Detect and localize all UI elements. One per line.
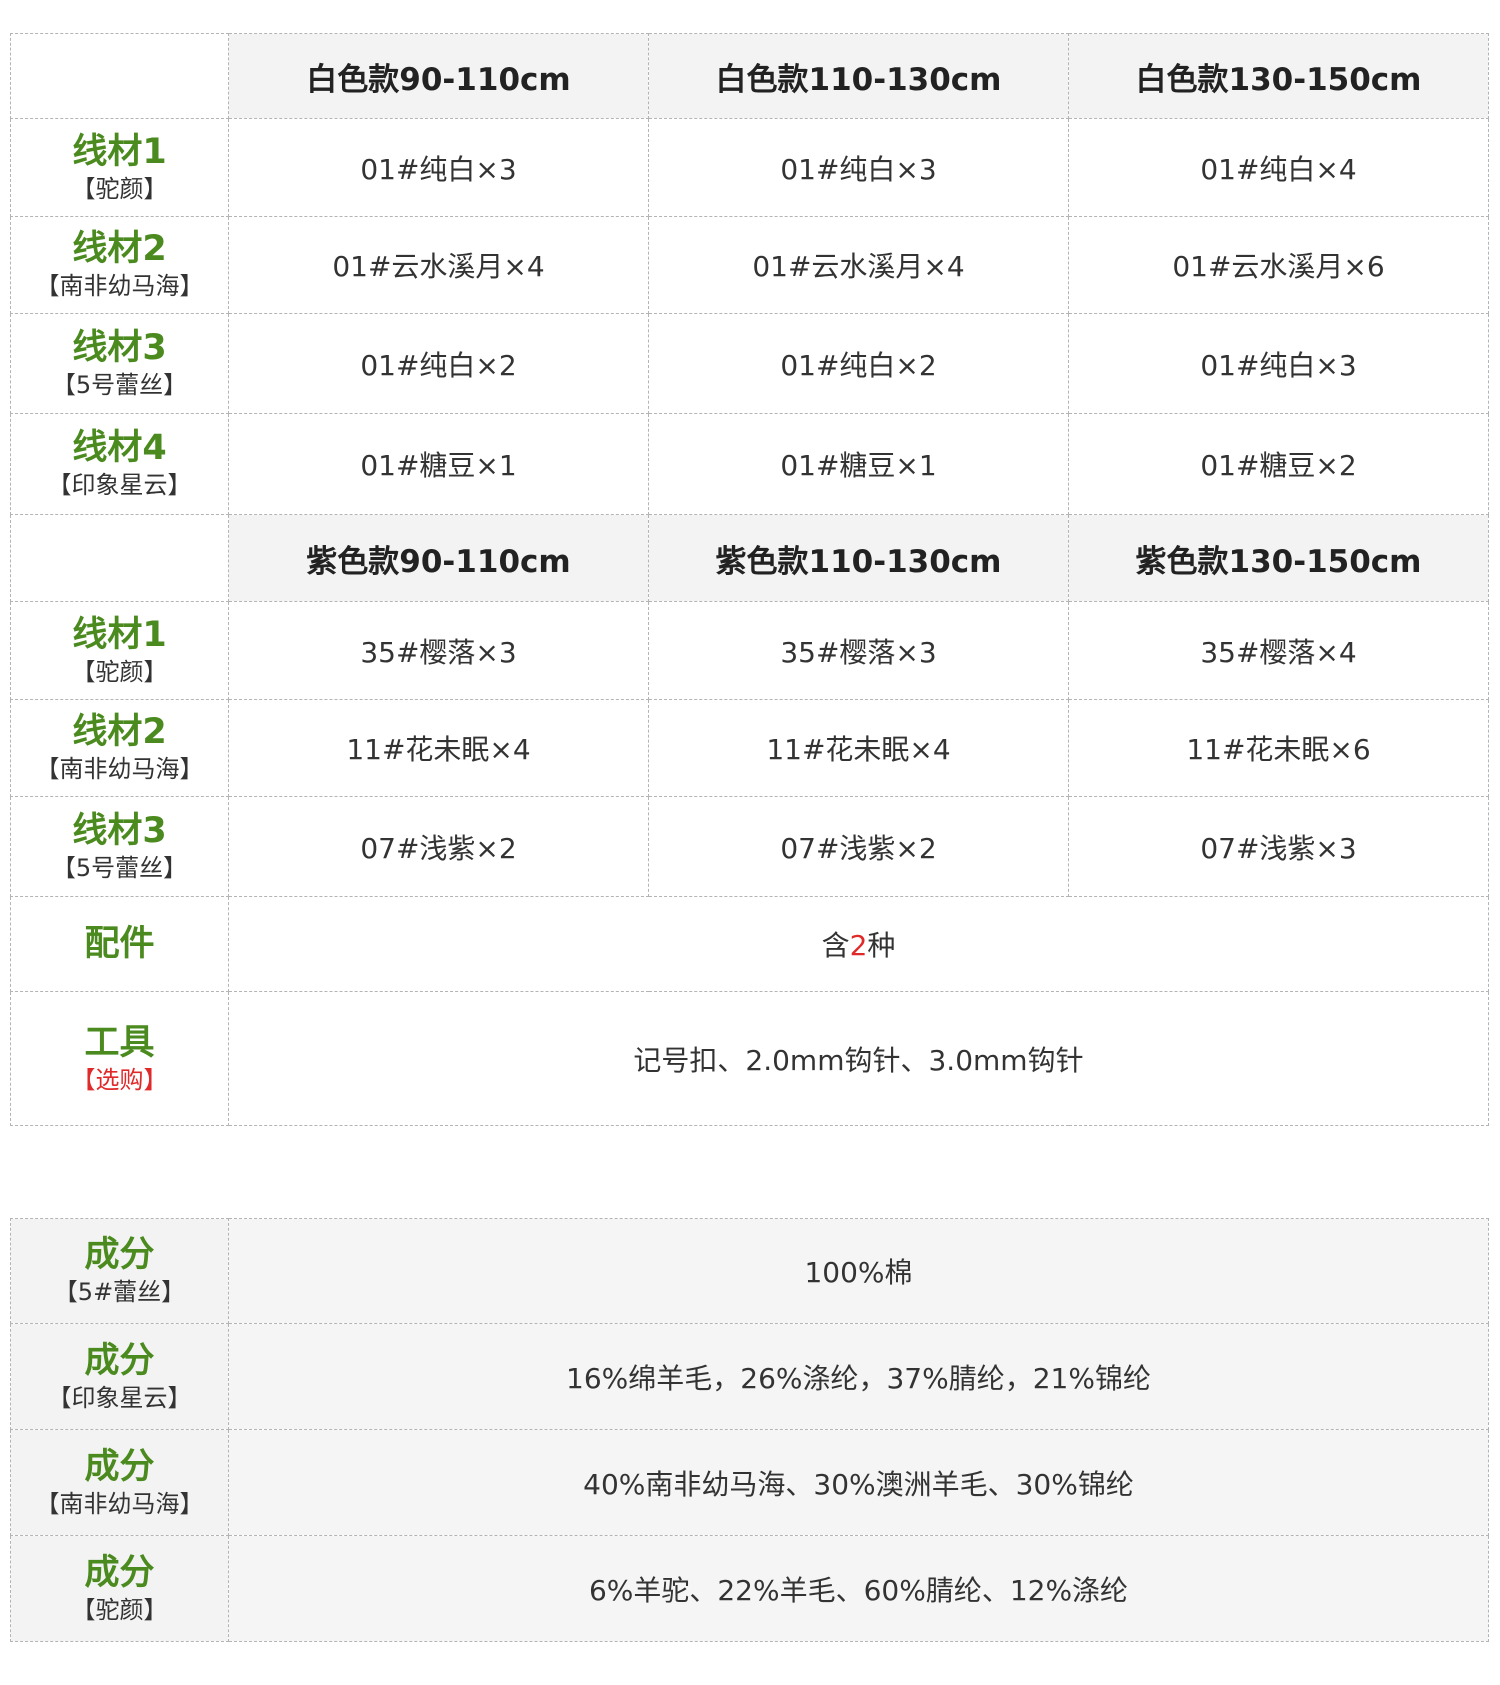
- table-row: 线材4 【印象星云】 01#糖豆×1 01#糖豆×1 01#糖豆×2: [10, 413, 1489, 515]
- accessories-prefix: 含: [821, 929, 850, 962]
- purple-size-header: 紫色款110-130cm: [648, 514, 1069, 602]
- composition-row: 成分 【印象星云】 16%绵羊毛，26%涤纶，37%腈纶，21%锦纶: [10, 1323, 1489, 1430]
- material-sublabel: 【驼颜】: [71, 657, 168, 686]
- table-row: 线材3 【5号蕾丝】 07#浅紫×2 07#浅紫×2 07#浅紫×3: [10, 796, 1489, 897]
- row-label-cell: 线材4 【印象星云】: [10, 413, 229, 515]
- purple-header-row: 紫色款90-110cm 紫色款110-130cm 紫色款130-150cm: [10, 514, 1489, 602]
- yarn-value-cell: 07#浅紫×3: [1068, 796, 1489, 897]
- composition-sublabel: 【5#蕾丝】: [53, 1278, 186, 1306]
- accessories-label: 配件: [84, 924, 155, 964]
- yarn-value-cell: 07#浅紫×2: [228, 796, 649, 897]
- row-label-cell: 成分 【南非幼马海】: [10, 1429, 229, 1536]
- table-row: 线材2 【南非幼马海】 01#云水溪月×4 01#云水溪月×4 01#云水溪月×…: [10, 216, 1489, 314]
- white-size-header: 白色款110-130cm: [648, 33, 1069, 119]
- composition-value-cell: 16%绵羊毛，26%涤纶，37%腈纶，21%锦纶: [228, 1323, 1489, 1430]
- material-label: 线材1: [72, 131, 167, 172]
- composition-value-cell: 100%棉: [228, 1218, 1489, 1324]
- row-label-cell: 成分 【5#蕾丝】: [10, 1218, 229, 1324]
- header-corner-cell: [10, 514, 229, 602]
- yarn-value-cell: 01#糖豆×2: [1068, 413, 1489, 515]
- material-sublabel: 【5号蕾丝】: [51, 853, 188, 882]
- white-size-header: 白色款90-110cm: [228, 33, 649, 119]
- composition-label: 成分: [84, 1235, 155, 1275]
- yarn-value-cell: 35#樱落×4: [1068, 601, 1489, 700]
- composition-row: 成分 【南非幼马海】 40%南非幼马海、30%澳洲羊毛、30%锦纶: [10, 1429, 1489, 1536]
- table-row: 线材2 【南非幼马海】 11#花未眠×4 11#花未眠×4 11#花未眠×6: [10, 699, 1489, 797]
- tools-row: 工具 【选购】 记号扣、2.0mm钩针、3.0mm钩针: [10, 991, 1489, 1126]
- table-row: 线材3 【5号蕾丝】 01#纯白×2 01#纯白×2 01#纯白×3: [10, 313, 1489, 414]
- accessories-suffix: 种: [867, 929, 896, 962]
- row-label-cell: 工具 【选购】: [10, 991, 229, 1126]
- material-sublabel: 【5号蕾丝】: [51, 370, 188, 399]
- composition-sublabel: 【南非幼马海】: [35, 1489, 204, 1518]
- tools-sublabel: 【选购】: [71, 1065, 168, 1094]
- yarn-value-cell: 01#云水溪月×4: [648, 216, 1069, 314]
- material-table: 白色款90-110cm 白色款110-130cm 白色款130-150cm 线材…: [10, 33, 1489, 1126]
- accessories-value-cell: 含2种: [228, 896, 1489, 992]
- composition-label: 成分: [84, 1552, 155, 1593]
- row-label-cell: 线材2 【南非幼马海】: [10, 699, 229, 797]
- row-label-cell: 线材2 【南非幼马海】: [10, 216, 229, 314]
- composition-table: 成分 【5#蕾丝】 100%棉 成分 【印象星云】 16%绵羊毛，26%涤纶，3…: [10, 1218, 1489, 1642]
- yarn-value-cell: 01#纯白×2: [648, 313, 1069, 414]
- row-label-cell: 配件: [10, 896, 229, 992]
- row-label-cell: 线材1 【驼颜】: [10, 601, 229, 700]
- yarn-value-cell: 01#纯白×4: [1068, 118, 1489, 217]
- material-label: 线材3: [72, 327, 167, 368]
- header-corner-cell: [10, 33, 229, 119]
- row-label-cell: 成分 【驼颜】: [10, 1535, 229, 1642]
- white-size-header: 白色款130-150cm: [1068, 33, 1489, 119]
- row-label-cell: 成分 【印象星云】: [10, 1323, 229, 1430]
- yarn-value-cell: 01#糖豆×1: [228, 413, 649, 515]
- material-sublabel: 【驼颜】: [71, 174, 168, 203]
- composition-sublabel: 【驼颜】: [71, 1595, 168, 1624]
- composition-label: 成分: [84, 1340, 155, 1381]
- yarn-value-cell: 11#花未眠×4: [228, 699, 649, 797]
- composition-row: 成分 【驼颜】 6%羊驼、22%羊毛、60%腈纶、12%涤纶: [10, 1535, 1489, 1642]
- row-label-cell: 线材1 【驼颜】: [10, 118, 229, 217]
- yarn-value-cell: 35#樱落×3: [228, 601, 649, 700]
- material-label: 线材4: [72, 428, 167, 468]
- accessories-row: 配件 含2种: [10, 896, 1489, 992]
- material-sublabel: 【印象星云】: [47, 471, 192, 499]
- row-label-cell: 线材3 【5号蕾丝】: [10, 313, 229, 414]
- tools-label: 工具: [84, 1022, 155, 1063]
- material-sublabel: 【南非幼马海】: [35, 755, 204, 783]
- yarn-value-cell: 35#樱落×3: [648, 601, 1069, 700]
- composition-value-cell: 6%羊驼、22%羊毛、60%腈纶、12%涤纶: [228, 1535, 1489, 1642]
- yarn-value-cell: 11#花未眠×6: [1068, 699, 1489, 797]
- yarn-value-cell: 01#纯白×3: [228, 118, 649, 217]
- yarn-value-cell: 07#浅紫×2: [648, 796, 1069, 897]
- row-label-cell: 线材3 【5号蕾丝】: [10, 796, 229, 897]
- composition-label: 成分: [84, 1446, 155, 1487]
- yarn-value-cell: 01#纯白×3: [1068, 313, 1489, 414]
- material-label: 线材1: [72, 614, 167, 655]
- yarn-value-cell: 01#云水溪月×6: [1068, 216, 1489, 314]
- purple-size-header: 紫色款130-150cm: [1068, 514, 1489, 602]
- table-row: 线材1 【驼颜】 01#纯白×3 01#纯白×3 01#纯白×4: [10, 118, 1489, 217]
- composition-row: 成分 【5#蕾丝】 100%棉: [10, 1218, 1489, 1324]
- material-label: 线材2: [72, 229, 167, 269]
- purple-size-header: 紫色款90-110cm: [228, 514, 649, 602]
- composition-sublabel: 【印象星云】: [47, 1383, 192, 1412]
- tools-value-cell: 记号扣、2.0mm钩针、3.0mm钩针: [228, 991, 1489, 1126]
- yarn-value-cell: 11#花未眠×4: [648, 699, 1069, 797]
- material-label: 线材2: [72, 712, 167, 752]
- yarn-value-cell: 01#糖豆×1: [648, 413, 1069, 515]
- white-header-row: 白色款90-110cm 白色款110-130cm 白色款130-150cm: [10, 33, 1489, 119]
- accessories-count: 2: [849, 929, 868, 962]
- yarn-value-cell: 01#云水溪月×4: [228, 216, 649, 314]
- yarn-value-cell: 01#纯白×2: [228, 313, 649, 414]
- material-label: 线材3: [72, 810, 167, 851]
- material-sublabel: 【南非幼马海】: [35, 272, 204, 300]
- yarn-value-cell: 01#纯白×3: [648, 118, 1069, 217]
- composition-value-cell: 40%南非幼马海、30%澳洲羊毛、30%锦纶: [228, 1429, 1489, 1536]
- table-row: 线材1 【驼颜】 35#樱落×3 35#樱落×3 35#樱落×4: [10, 601, 1489, 700]
